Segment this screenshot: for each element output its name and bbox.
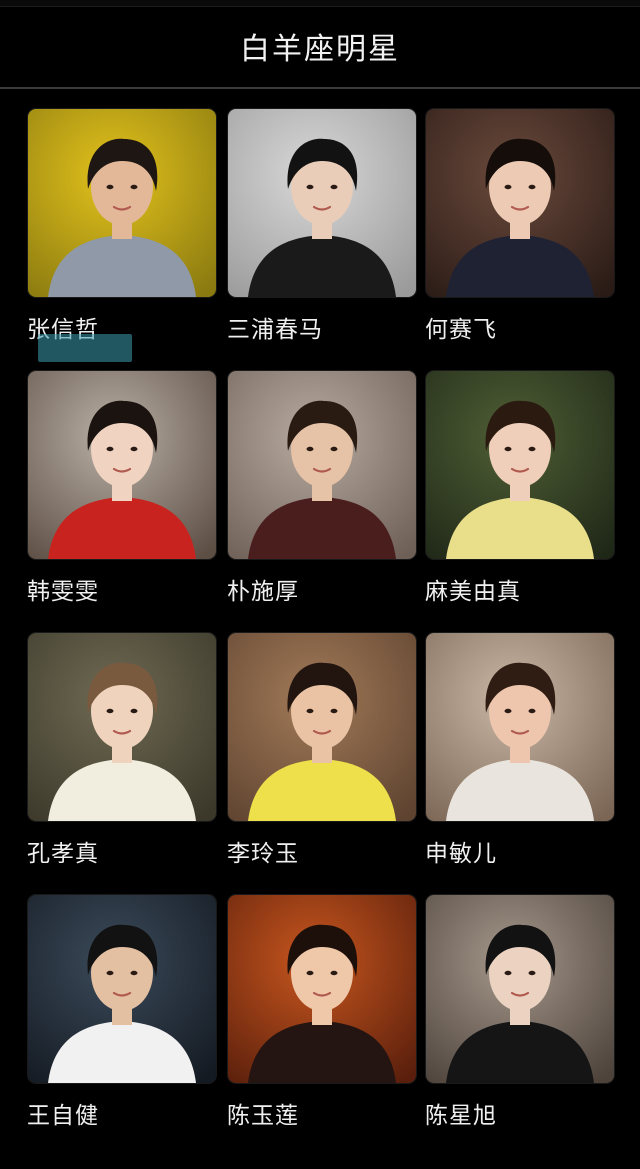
star-card[interactable]: 孔孝真	[27, 632, 217, 868]
star-name: 朴施厚	[227, 579, 299, 605]
person-photo-icon[interactable]	[425, 894, 615, 1084]
person-photo-icon[interactable]	[227, 632, 417, 822]
star-name: 陈玉莲	[227, 1103, 299, 1129]
star-card[interactable]: 陈星旭	[425, 894, 615, 1130]
person-photo-icon[interactable]	[425, 108, 615, 298]
star-name: 韩雯雯	[27, 579, 99, 605]
person-photo-icon[interactable]	[425, 632, 615, 822]
star-name: 陈星旭	[425, 1103, 497, 1129]
star-card[interactable]: 何赛飞	[425, 108, 615, 344]
star-card[interactable]: 韩雯雯	[27, 370, 217, 606]
person-photo-icon[interactable]	[227, 370, 417, 560]
star-name: 麻美由真	[425, 579, 521, 605]
star-card[interactable]: 申敏儿	[425, 632, 615, 868]
star-name: 三浦春马	[227, 317, 323, 343]
person-photo-icon[interactable]	[425, 370, 615, 560]
person-photo-icon[interactable]	[227, 108, 417, 298]
person-photo-icon[interactable]	[27, 370, 217, 560]
overlay-highlight	[38, 334, 132, 362]
star-name: 李玲玉	[227, 841, 299, 867]
star-card[interactable]: 三浦春马	[227, 108, 417, 344]
star-card[interactable]: 陈玉莲	[227, 894, 417, 1130]
star-name: 何赛飞	[425, 317, 497, 343]
star-name: 孔孝真	[27, 841, 99, 867]
star-card[interactable]: 张信哲	[27, 108, 217, 344]
star-card[interactable]: 李玲玉	[227, 632, 417, 868]
person-photo-icon[interactable]	[27, 894, 217, 1084]
star-card[interactable]: 朴施厚	[227, 370, 417, 606]
person-photo-icon[interactable]	[227, 894, 417, 1084]
person-photo-icon[interactable]	[27, 632, 217, 822]
star-grid: 张信哲 三浦春马 何赛飞韩雯雯 朴施厚 麻美由真孔孝真 李玲玉 申敏儿王自健 陈玉莲 陈星旭	[0, 0, 640, 1169]
star-card[interactable]: 麻美由真	[425, 370, 615, 606]
star-card[interactable]: 王自健	[27, 894, 217, 1130]
star-name: 申敏儿	[425, 841, 497, 867]
person-photo-icon[interactable]	[27, 108, 217, 298]
star-name: 王自健	[27, 1103, 99, 1129]
